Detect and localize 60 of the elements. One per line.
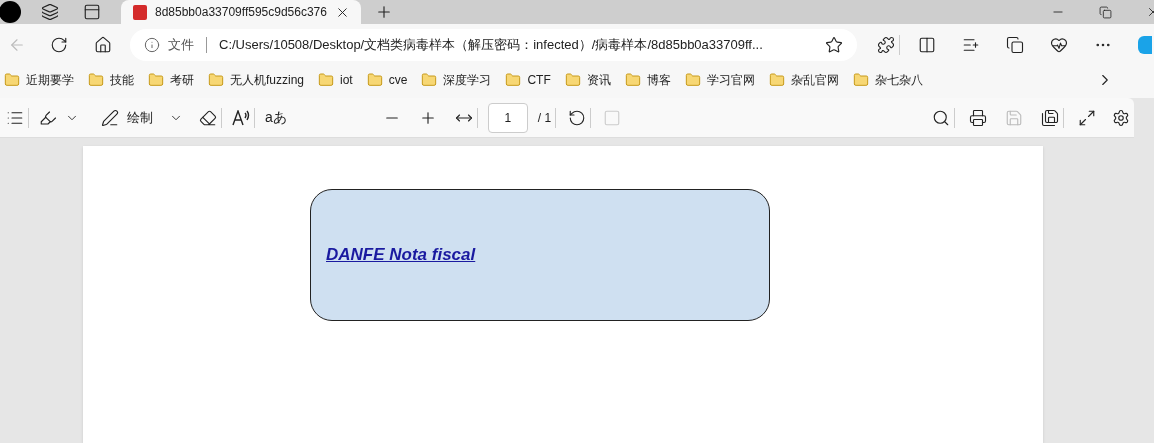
- text-options-button[interactable]: aあ: [265, 107, 287, 128]
- split-screen-icon[interactable]: [918, 36, 936, 54]
- read-aloud-icon[interactable]: [232, 109, 250, 126]
- folder-icon: [768, 72, 785, 88]
- bookmark-folder[interactable]: 无人机fuzzing: [208, 71, 305, 89]
- favorites-icon[interactable]: [962, 36, 980, 54]
- tab-title: 8d85bb0a33709ff595c9d56c376: [155, 4, 327, 21]
- url-text: C:/Users/10508/Desktop/文档类病毒样本（解压密码：infected）/病毒样本/8d85bb0a33709ff...: [219, 36, 764, 55]
- home-icon[interactable]: [94, 36, 112, 54]
- folder-icon: [318, 72, 335, 88]
- eraser-icon[interactable]: [199, 108, 217, 127]
- folder-icon: [148, 72, 164, 88]
- bookmark-folder[interactable]: 学习官网: [684, 71, 755, 89]
- draw-icon[interactable]: [101, 108, 119, 127]
- rotate-icon[interactable]: [568, 108, 587, 127]
- bookmark-folder[interactable]: 资讯: [564, 71, 611, 89]
- favorite-star-icon[interactable]: [825, 36, 843, 54]
- folder-icon: [88, 72, 104, 88]
- workspaces-icon[interactable]: [41, 3, 59, 21]
- folder-icon: [208, 72, 224, 88]
- folder-icon: [505, 72, 522, 88]
- folder-icon: [421, 72, 438, 88]
- settings-icon[interactable]: [1112, 108, 1130, 127]
- folder-icon: [564, 72, 581, 88]
- expand-icon[interactable]: [1078, 108, 1096, 127]
- bookmark-folder[interactable]: iot: [318, 71, 353, 89]
- collections-icon[interactable]: [1006, 36, 1024, 54]
- browser-tab[interactable]: 8d85bb0a33709ff595c9d56c376: [121, 0, 361, 24]
- bookmark-folder[interactable]: 博客: [624, 71, 671, 89]
- profile-avatar[interactable]: [0, 1, 21, 23]
- page-number-field[interactable]: 1: [487, 102, 528, 133]
- bookmark-folder[interactable]: cve: [366, 71, 408, 89]
- address-bar[interactable]: 文件 C:/Users/10508/Desktop/文档类病毒样本（解压密码：infected）/病毒样本/8d85bb0a33709ff...: [130, 29, 857, 61]
- highlight-icon[interactable]: [39, 108, 57, 127]
- folder-icon: [684, 72, 701, 88]
- folder-icon: [852, 72, 869, 88]
- folder-icon: [4, 72, 20, 88]
- bookmark-folder[interactable]: 杂七杂八: [852, 71, 923, 89]
- new-tab-icon[interactable]: [375, 3, 393, 21]
- bookmark-folder[interactable]: 杂乱官网: [768, 71, 839, 89]
- print-icon[interactable]: [969, 108, 987, 127]
- refresh-icon[interactable]: [50, 36, 68, 54]
- bookmark-folder[interactable]: 技能: [88, 71, 134, 89]
- draw-button[interactable]: 绘制: [127, 107, 153, 128]
- folder-icon: [366, 72, 383, 88]
- extensions-icon[interactable]: [877, 36, 895, 54]
- info-icon[interactable]: [144, 37, 160, 53]
- bookmark-folder[interactable]: 近期要学: [4, 71, 74, 89]
- folder-icon: [624, 72, 641, 88]
- search-icon[interactable]: [932, 108, 950, 127]
- bookmark-folder[interactable]: 深度学习: [421, 71, 492, 89]
- bookmark-folder[interactable]: 考研: [148, 71, 194, 89]
- restore-icon[interactable]: [1099, 6, 1112, 19]
- document-link[interactable]: DANFE Nota fiscal: [326, 242, 476, 268]
- bookmark-folder[interactable]: CTF: [505, 71, 551, 89]
- page-total: / 1: [537, 109, 552, 127]
- scheme-label: 文件: [168, 36, 194, 55]
- tab-actions-icon[interactable]: [83, 3, 101, 21]
- save-as-icon[interactable]: [1041, 108, 1059, 127]
- browser-essentials-icon[interactable]: [1050, 36, 1068, 54]
